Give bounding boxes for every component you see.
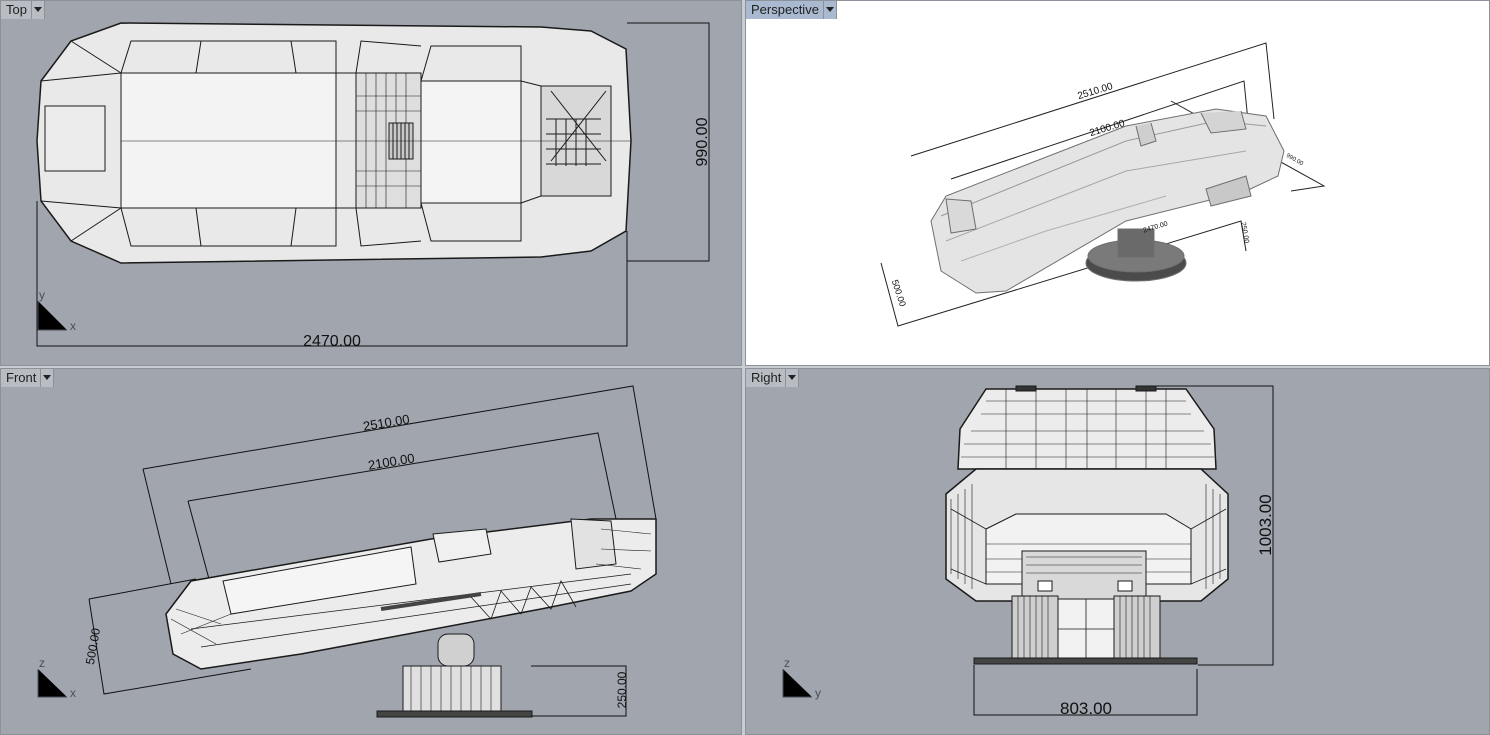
dim-inner-label: 2100.00	[367, 450, 416, 473]
dropdown-arrow-icon[interactable]	[31, 1, 45, 19]
axis-label-y: y	[815, 686, 821, 700]
right-view-canvas[interactable]: 1003.00 803.00 z y	[746, 369, 1490, 735]
dim-outer-label: 2510.00	[362, 411, 411, 434]
dim-small-a-label: 250.00	[1239, 222, 1250, 244]
dim-small-b-label: 2470.00	[1142, 220, 1168, 234]
dropdown-arrow-icon[interactable]	[41, 369, 55, 387]
front-view-canvas[interactable]: 2510.00 2100.00 500.00 250.00 z x	[1, 369, 742, 735]
axis-widget-icon	[782, 669, 812, 698]
dim-height-label: 1003.00	[1256, 494, 1275, 555]
axis-widget-icon	[37, 669, 67, 698]
viewport-tab-right[interactable]: Right	[746, 369, 800, 387]
viewport-label-right[interactable]: Right	[746, 369, 787, 387]
viewport-label-perspective[interactable]: Perspective	[746, 1, 824, 19]
dim-height-label: 500.00	[83, 627, 103, 666]
dropdown-arrow-icon[interactable]	[786, 369, 800, 387]
viewport-front[interactable]: Front 2510.00 2100.00 500.00 250.00 z x	[0, 368, 742, 735]
model-right-wireframe	[945, 385, 1229, 665]
perspective-view-canvas[interactable]: 2510.00 2100.00 500.00 250.00 2470.00 99…	[746, 1, 1490, 366]
dim-outer-label: 2510.00	[1076, 81, 1114, 102]
dim-width-label: 990.00	[694, 117, 711, 166]
viewport-right[interactable]: Right 1003.00 803.00 z y	[745, 368, 1490, 735]
axis-label-y: y	[39, 288, 45, 302]
axis-widget-icon	[37, 301, 67, 331]
dim-height-label: 500.00	[890, 278, 908, 307]
axis-label-z: z	[39, 656, 45, 670]
axis-label-x: x	[70, 686, 76, 700]
viewport-tab-top[interactable]: Top	[1, 1, 45, 19]
viewport-tab-perspective[interactable]: Perspective	[746, 1, 837, 19]
model-top-wireframe	[36, 22, 632, 264]
axis-label-x: x	[70, 319, 76, 333]
viewport-label-front[interactable]: Front	[1, 369, 42, 387]
viewport-top[interactable]: Top 2470.00 990.00 y x	[0, 0, 742, 366]
model-perspective	[930, 108, 1285, 294]
dim-width-label: 803.00	[1060, 699, 1112, 718]
viewport-tab-front[interactable]: Front	[1, 369, 55, 387]
viewport-perspective[interactable]: Perspective 2510.00 2100.00 500.00 250.0…	[745, 0, 1490, 366]
top-view-canvas[interactable]: 2470.00 990.00 y x	[1, 1, 742, 366]
dim-base-label: 250.00	[615, 671, 629, 708]
viewport-label-top[interactable]: Top	[1, 1, 32, 19]
dropdown-arrow-icon[interactable]	[823, 1, 837, 19]
dim-length-label: 2470.00	[303, 333, 361, 350]
model-front-wireframe	[165, 518, 657, 718]
axis-label-z: z	[784, 656, 790, 670]
